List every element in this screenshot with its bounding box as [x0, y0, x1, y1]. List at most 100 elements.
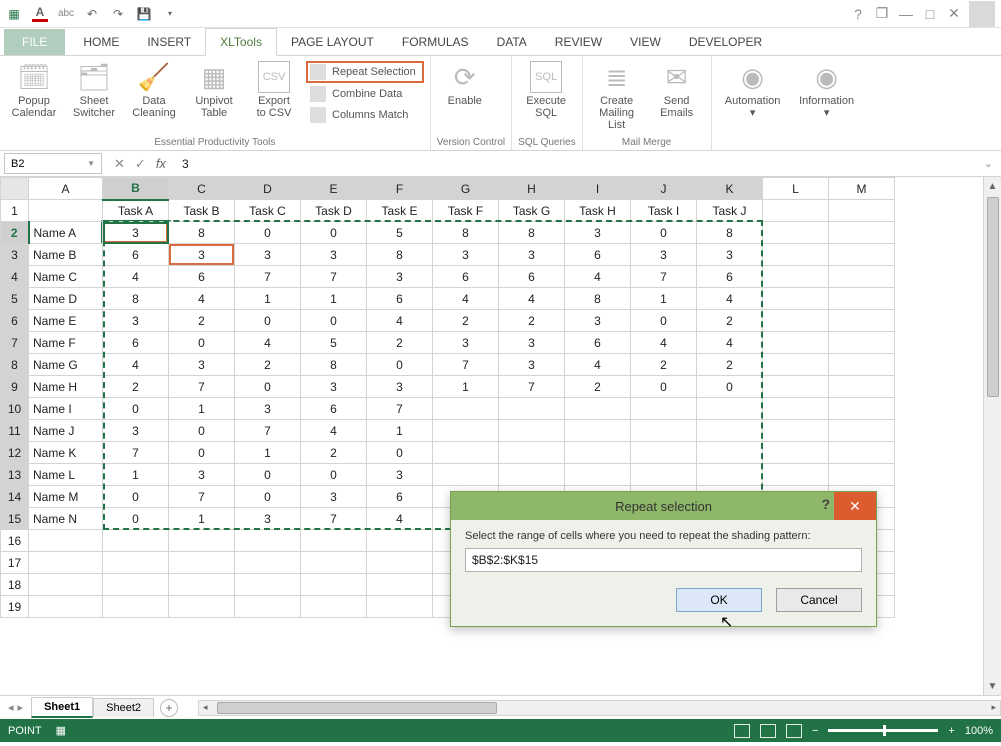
cell-J1[interactable]: Task I: [631, 200, 697, 222]
col-header-B[interactable]: B: [103, 178, 169, 200]
cell-L8[interactable]: [763, 354, 829, 376]
cell-A1[interactable]: [29, 200, 103, 222]
cell-L1[interactable]: [763, 200, 829, 222]
cell-D17[interactable]: [235, 552, 301, 574]
cell-C13[interactable]: 3: [169, 464, 235, 486]
cell-H1[interactable]: Task G: [499, 200, 565, 222]
row-header-2[interactable]: 2: [1, 222, 29, 244]
cell-A11[interactable]: Name J: [29, 420, 103, 442]
cell-M7[interactable]: [829, 332, 895, 354]
cell-G2[interactable]: 8: [433, 222, 499, 244]
sheet-nav[interactable]: ◂▸: [0, 701, 31, 714]
col-header-K[interactable]: K: [697, 178, 763, 200]
cell-H12[interactable]: [499, 442, 565, 464]
cell-E9[interactable]: 3: [301, 376, 367, 398]
cell-F2[interactable]: 5: [367, 222, 433, 244]
cell-E17[interactable]: [301, 552, 367, 574]
cell-C1[interactable]: Task B: [169, 200, 235, 222]
row-header-6[interactable]: 6: [1, 310, 29, 332]
cell-H8[interactable]: 3: [499, 354, 565, 376]
cell-D6[interactable]: 0: [235, 310, 301, 332]
cell-D4[interactable]: 7: [235, 266, 301, 288]
cell-E4[interactable]: 7: [301, 266, 367, 288]
cell-M13[interactable]: [829, 464, 895, 486]
cell-D9[interactable]: 0: [235, 376, 301, 398]
popup-calendar-button[interactable]: 🗓Popup Calendar: [6, 59, 62, 121]
row-header-8[interactable]: 8: [1, 354, 29, 376]
col-header-C[interactable]: C: [169, 178, 235, 200]
repeat-selection-button[interactable]: Repeat Selection: [306, 61, 424, 83]
cell-D12[interactable]: 1: [235, 442, 301, 464]
cell-F10[interactable]: 7: [367, 398, 433, 420]
cell-J10[interactable]: [631, 398, 697, 420]
cell-D11[interactable]: 7: [235, 420, 301, 442]
cell-A14[interactable]: Name M: [29, 486, 103, 508]
cell-D1[interactable]: Task C: [235, 200, 301, 222]
cell-E18[interactable]: [301, 574, 367, 596]
cell-L11[interactable]: [763, 420, 829, 442]
zoom-in-icon[interactable]: +: [948, 725, 954, 737]
spellcheck-icon[interactable]: abc: [58, 6, 74, 22]
row-header-13[interactable]: 13: [1, 464, 29, 486]
font-color-icon[interactable]: A: [32, 6, 48, 22]
ribbon-display-icon[interactable]: ❐: [873, 5, 891, 23]
zoom-out-icon[interactable]: −: [812, 725, 818, 737]
columns-match-button[interactable]: Columns Match: [306, 105, 424, 125]
cell-K6[interactable]: 2: [697, 310, 763, 332]
export-csv-button[interactable]: CSVExport to CSV: [246, 59, 302, 121]
mailing-list-button[interactable]: ≣Create Mailing List: [589, 59, 645, 133]
cell-J7[interactable]: 4: [631, 332, 697, 354]
execute-sql-button[interactable]: SQLExecute SQL: [518, 59, 574, 121]
cell-D18[interactable]: [235, 574, 301, 596]
sheet-switcher-button[interactable]: 🗂Sheet Switcher: [66, 59, 122, 121]
col-header-G[interactable]: G: [433, 178, 499, 200]
vertical-scrollbar[interactable]: ▲ ▼: [983, 177, 1001, 695]
cell-E5[interactable]: 1: [301, 288, 367, 310]
cell-B14[interactable]: 0: [103, 486, 169, 508]
data-cleaning-button[interactable]: 🧹Data Cleaning: [126, 59, 182, 121]
cell-I12[interactable]: [565, 442, 631, 464]
cell-L4[interactable]: [763, 266, 829, 288]
cell-M11[interactable]: [829, 420, 895, 442]
cell-E8[interactable]: 8: [301, 354, 367, 376]
col-header-D[interactable]: D: [235, 178, 301, 200]
cell-D19[interactable]: [235, 596, 301, 618]
cell-I3[interactable]: 6: [565, 244, 631, 266]
cell-A5[interactable]: Name D: [29, 288, 103, 310]
cell-J3[interactable]: 3: [631, 244, 697, 266]
row-header-5[interactable]: 5: [1, 288, 29, 310]
row-header-12[interactable]: 12: [1, 442, 29, 464]
cell-B2[interactable]: 3: [103, 222, 169, 244]
row-header-1[interactable]: 1: [1, 200, 29, 222]
cell-I11[interactable]: [565, 420, 631, 442]
cell-C15[interactable]: 1: [169, 508, 235, 530]
cell-F15[interactable]: 4: [367, 508, 433, 530]
cell-K11[interactable]: [697, 420, 763, 442]
col-header-J[interactable]: J: [631, 178, 697, 200]
cell-H7[interactable]: 3: [499, 332, 565, 354]
cell-C18[interactable]: [169, 574, 235, 596]
cell-H6[interactable]: 2: [499, 310, 565, 332]
cell-L6[interactable]: [763, 310, 829, 332]
cell-C11[interactable]: 0: [169, 420, 235, 442]
zoom-level[interactable]: 100%: [965, 725, 993, 737]
sheet-tab-2[interactable]: Sheet2: [93, 698, 154, 717]
view-normal-icon[interactable]: [734, 724, 750, 738]
cell-C2[interactable]: 8: [169, 222, 235, 244]
ok-button[interactable]: OK: [676, 588, 762, 612]
cell-H2[interactable]: 8: [499, 222, 565, 244]
undo-icon[interactable]: ↶: [84, 6, 100, 22]
cell-J5[interactable]: 1: [631, 288, 697, 310]
col-header-L[interactable]: L: [763, 178, 829, 200]
cell-C7[interactable]: 0: [169, 332, 235, 354]
cell-K1[interactable]: Task J: [697, 200, 763, 222]
cell-K4[interactable]: 6: [697, 266, 763, 288]
tab-developer[interactable]: DEVELOPER: [675, 29, 776, 55]
cell-B1[interactable]: Task A: [103, 200, 169, 222]
cell-B15[interactable]: 0: [103, 508, 169, 530]
cell-F4[interactable]: 3: [367, 266, 433, 288]
view-page-break-icon[interactable]: [786, 724, 802, 738]
cell-G10[interactable]: [433, 398, 499, 420]
cell-F12[interactable]: 0: [367, 442, 433, 464]
cell-E6[interactable]: 0: [301, 310, 367, 332]
